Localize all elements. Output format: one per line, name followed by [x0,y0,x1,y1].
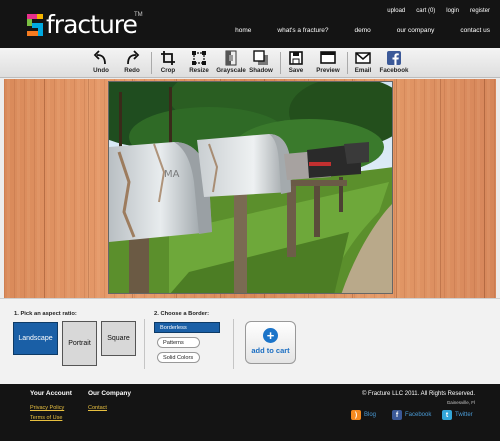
add-to-cart-label: add to cart [251,346,290,355]
grayscale-label: Grayscale [216,67,246,74]
photo-canvas[interactable]: MA [108,81,393,294]
border-solid-colors-option[interactable]: Solid Colors [157,352,200,363]
border-borderless-option[interactable]: Borderless [154,322,220,333]
login-link[interactable]: login [446,8,459,14]
options-divider [144,319,145,369]
nav-our-company[interactable]: our company [397,27,435,34]
nav-home[interactable]: home [235,27,251,34]
save-button[interactable]: Save [286,50,306,74]
resize-label: Resize [189,67,209,74]
editor-toolbar: Undo Redo Crop Resize Grayscale Shadow S… [0,48,500,78]
our-company-heading: Our Company [88,390,131,397]
top-links: upload cart (0) login register [387,8,490,14]
twitter-label: Twitter [455,412,473,418]
preview-icon [320,51,336,64]
undo-button[interactable]: Undo [89,50,113,74]
site-footer: Your Account Our Company Privacy Policy … [0,384,500,441]
your-account-heading: Your Account [30,390,72,397]
ratio-landscape-button[interactable]: Landscape [13,322,58,355]
redo-icon [127,50,140,65]
contact-link[interactable]: Contact [88,405,107,411]
blog-link[interactable]: ) Blog [351,410,376,420]
facebook-label: Facebook [379,67,409,74]
svg-text:MA: MA [164,169,180,180]
fracture-logo-icon[interactable] [27,14,43,36]
mailboxes-photo: MA [109,82,392,293]
crop-label: Crop [160,67,176,74]
add-to-cart-button[interactable]: + add to cart [245,321,296,364]
save-label: Save [288,67,304,74]
resize-icon [192,51,206,65]
undo-icon [93,50,106,65]
resize-button[interactable]: Resize [187,50,211,74]
redo-label: Redo [124,67,140,74]
footer-facebook-link[interactable]: f Facebook [392,410,431,420]
facebook-icon [387,51,401,65]
nav-demo[interactable]: demo [355,27,371,34]
logo-wordmark[interactable]: fracture [46,10,138,39]
toolbar-divider [151,52,152,74]
preview-label: Preview [316,67,340,74]
undo-label: Undo [93,67,109,74]
aspect-ratio-heading: 1. Pick an aspect ratio: [14,311,77,317]
grayscale-button[interactable]: Grayscale [215,50,247,74]
toolbar-divider [280,52,281,74]
privacy-policy-link[interactable]: Privacy Policy [30,405,64,411]
terms-of-use-link[interactable]: Terms of Use [30,415,62,421]
grayscale-icon [225,50,237,66]
shadow-button[interactable]: Shadow [249,50,273,74]
nav-whats-a-fracture[interactable]: what's a fracture? [277,27,328,34]
twitter-icon: t [442,410,452,420]
location-text: Gainesville, Fl [446,400,475,405]
email-icon [355,52,371,64]
border-patterns-option[interactable]: Patterns [157,337,200,348]
nav-contact-us[interactable]: contact us [460,27,490,34]
facebook-share-button[interactable]: Facebook [378,50,410,74]
rss-icon: ) [351,410,361,420]
options-panel: 1. Pick an aspect ratio: Landscape Portr… [0,298,500,384]
copyright-text: © Fracture LLC 2011. All Rights Reserved… [361,391,475,397]
ratio-portrait-button[interactable]: Portrait [62,321,97,366]
email-label: Email [354,67,372,74]
shadow-label: Shadow [249,67,273,74]
cart-link[interactable]: cart (0) [416,8,435,14]
ratio-square-button[interactable]: Square [101,321,136,356]
border-heading: 2. Choose a Border: [154,311,210,317]
preview-button[interactable]: Preview [313,50,343,74]
trademark-mark: TM [134,12,143,18]
redo-button[interactable]: Redo [120,50,144,74]
blog-label: Blog [364,412,377,418]
toolbar-divider [347,52,348,74]
register-link[interactable]: register [470,8,490,14]
upload-link[interactable]: upload [387,8,405,14]
save-icon [289,51,303,65]
email-button[interactable]: Email [352,50,374,74]
shadow-icon [253,50,268,65]
main-nav: home what's a fracture? demo our company… [209,27,490,34]
options-divider [233,319,234,369]
site-header: fracture TM upload cart (0) login regist… [0,0,500,48]
crop-button[interactable]: Crop [157,50,179,74]
footer-facebook-label: Facebook [405,412,432,418]
crop-icon [161,51,175,65]
plus-icon: + [263,328,278,343]
twitter-link[interactable]: t Twitter [442,410,473,420]
facebook-icon: f [392,410,402,420]
